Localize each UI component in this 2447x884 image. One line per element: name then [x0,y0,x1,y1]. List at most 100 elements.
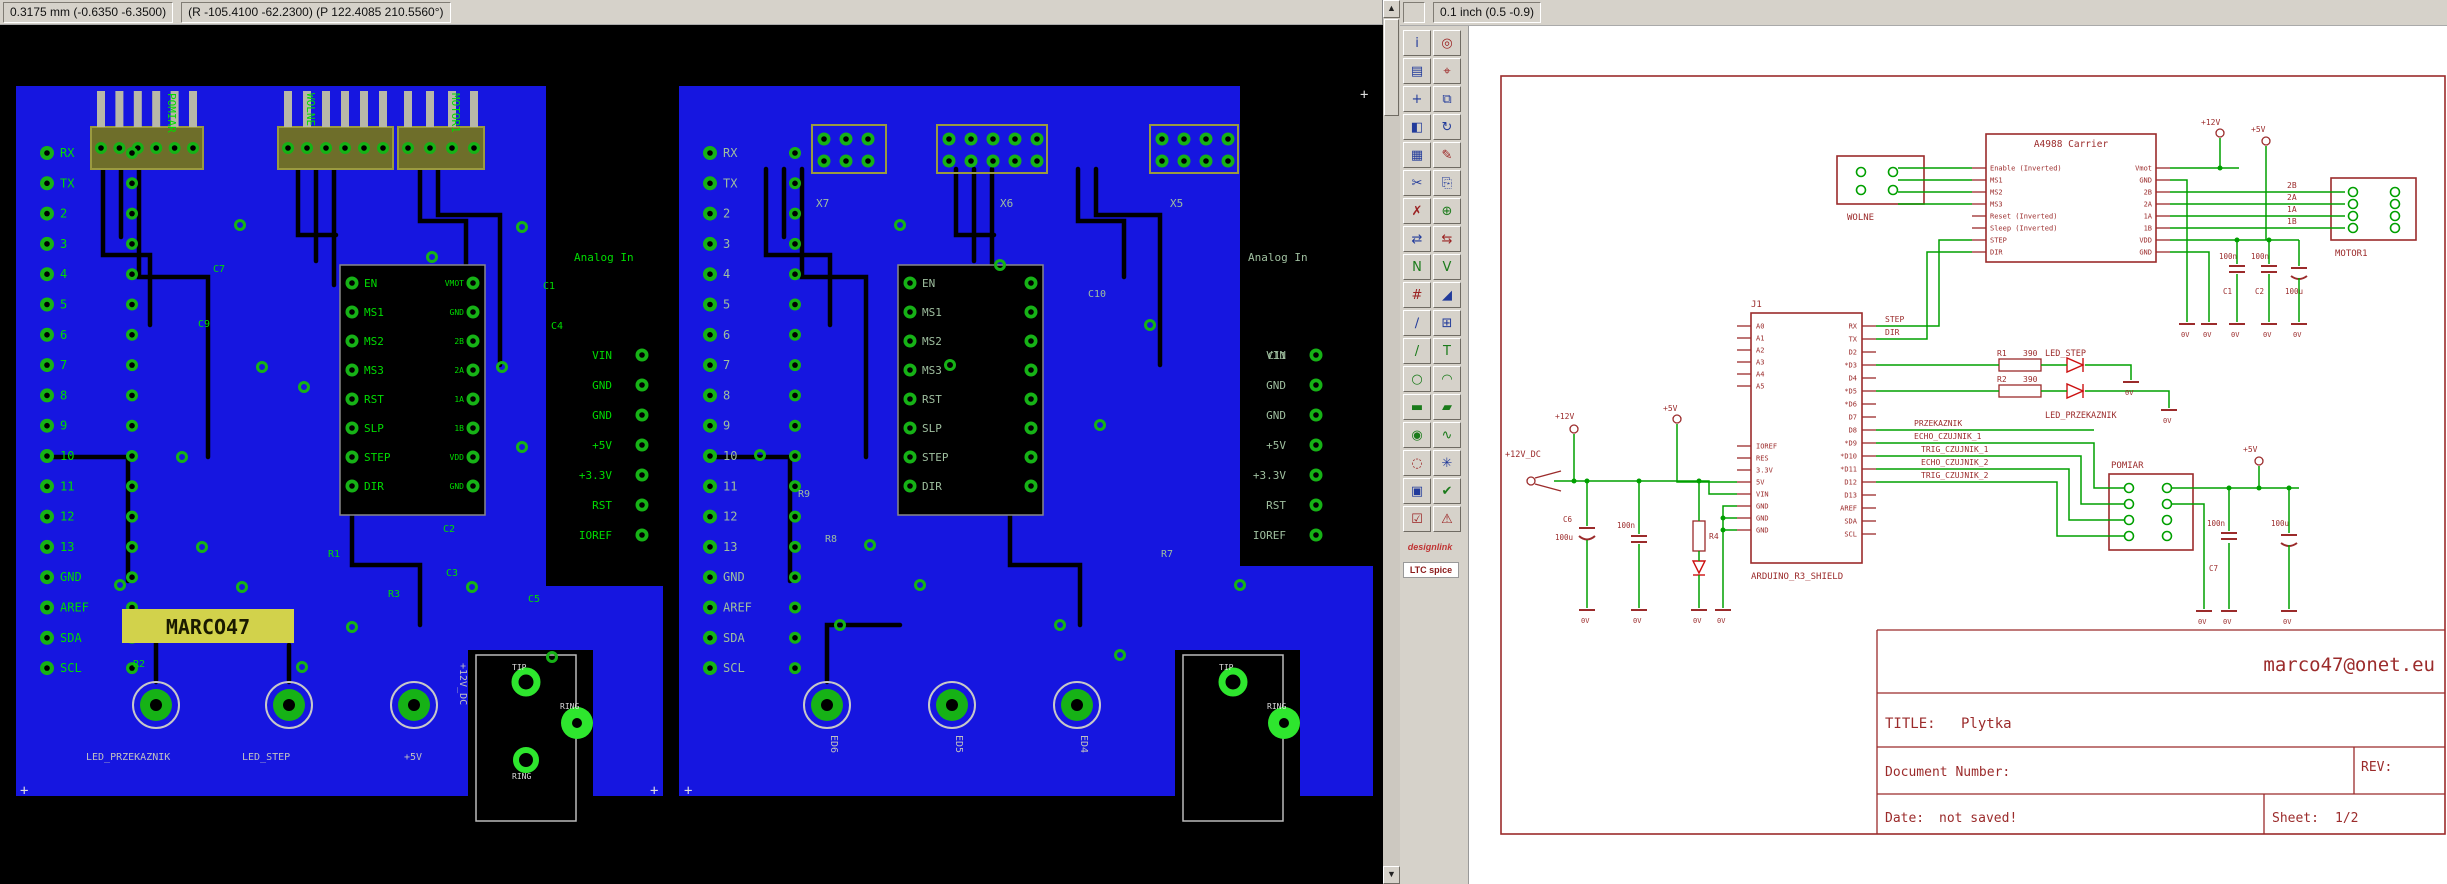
svg-text:12: 12 [723,510,737,524]
svg-text:AREF: AREF [723,601,752,615]
eagle-app: 0.3175 mm (-0.6350 -6.3500) (R -105.4100… [0,0,2447,884]
tool-rect-icon[interactable]: ▬ [1403,394,1431,420]
tool-arc-icon[interactable]: ◠ [1433,366,1461,392]
svg-text:C5: C5 [528,594,540,605]
titleblock-email: marco47@onet.eu [2263,654,2435,676]
resistor-r2[interactable]: R2 390 [1997,375,2042,398]
board-vscrollbar[interactable]: ▲ ▼ [1382,0,1400,884]
svg-text:3: 3 [723,237,730,251]
shield-ref: J1 [1751,300,1762,310]
net-label-dir: DIR [1885,328,1900,337]
motor1-connector-symbol[interactable]: MOTOR1 2B 2A 1A 1B [2287,177,2417,259]
tool-wire-icon[interactable]: / [1403,338,1431,364]
net-label-led-przekaznik: LED_PRZEKAZNIK [2045,411,2118,421]
resistor-r1[interactable]: R1 390 [1997,349,2042,372]
svg-text:+5V: +5V [1266,439,1286,452]
svg-text:GND: GND [723,570,745,584]
svg-text:C4: C4 [551,321,563,332]
svg-text:7: 7 [723,358,730,372]
net-label-przekaznik: PRZEKAZNIK [1914,419,1962,428]
svg-text:+5V: +5V [404,752,422,763]
tool-delete-icon[interactable]: ✗ [1403,198,1431,224]
svg-text:C7: C7 [213,264,225,275]
tool-copy-icon[interactable]: ⧉ [1433,86,1461,112]
led-power-symbol[interactable] [1691,560,1707,576]
board-top-view[interactable]: POMIAR WOLNE MOTOR1 RX TX 2 3 4 5 6 7 8 9 10 11 12 13 GND… [16,86,663,825]
tool-text-icon[interactable]: T [1433,338,1461,364]
board-canvas[interactable]: POMIAR WOLNE MOTOR1 RX TX 2 3 4 5 6 7 8 9 10 11 12 13 GND… [0,25,1383,884]
svg-text:1B: 1B [454,424,464,433]
shield-name: ARDUINO_R3_SHIELD [1751,572,1843,582]
svg-text:*D11: *D11 [1840,466,1857,474]
tool-move-icon[interactable]: + [1403,86,1431,112]
tool-smash-icon[interactable]: # [1403,282,1431,308]
titleblock-title: Plytka [1961,716,2012,732]
tool-circle-icon[interactable]: ○ [1403,366,1431,392]
svg-text:2A: 2A [2144,201,2153,209]
tool-value-icon[interactable]: V [1433,254,1461,280]
wolne-connector-symbol[interactable]: WOLNE [1836,155,1925,223]
svg-text:0V: 0V [2231,331,2240,339]
svg-text:R8: R8 [825,534,837,545]
tool-mirror-icon[interactable]: ◧ [1403,114,1431,140]
ltc-spice-logo[interactable]: LTC spice [1403,562,1459,578]
scroll-track[interactable] [1383,117,1400,866]
tool-hole-icon[interactable]: ◌ [1403,450,1431,476]
svg-text:0V: 0V [1717,617,1726,625]
p5v-label-logic: +5V [1663,404,1678,413]
tool-replace-icon[interactable]: ⇆ [1433,226,1461,252]
svg-text:MS1: MS1 [364,306,384,319]
tool-signal-icon[interactable]: ∿ [1433,422,1461,448]
svg-text:D13: D13 [1844,492,1857,500]
tool-name-icon[interactable]: N [1403,254,1431,280]
tool-pinswap-icon[interactable]: ⇄ [1403,226,1431,252]
tool-invoke-icon[interactable]: ⊞ [1433,310,1461,336]
led-step-symbol[interactable] [2066,356,2085,374]
svg-text:STEP: STEP [1990,237,2007,245]
tool-polygon-icon[interactable]: ▰ [1433,394,1461,420]
svg-text:5: 5 [60,298,67,312]
tool-errors-icon[interactable]: ⚠ [1433,506,1461,532]
svg-text:0V: 0V [1581,617,1590,625]
tool-display-icon[interactable]: ▤ [1403,58,1431,84]
tool-change-icon[interactable]: ✎ [1433,142,1461,168]
tool-paste-icon[interactable]: ⎘ [1433,170,1461,196]
svg-text:0V: 0V [2283,618,2292,626]
tool-show-icon[interactable]: ◎ [1433,30,1461,56]
tool-split-icon[interactable]: ∕ [1403,310,1431,336]
svg-text:5V: 5V [1756,479,1765,487]
board-bottom-view[interactable]: X7 X6 X5 RX TX 2 3 4 5 6 7 8 9 10 11 12 13 GND AREF SDA SCL E… [679,86,1373,825]
tool-info-icon[interactable]: i [1403,30,1431,56]
tool-erc-icon[interactable]: ✔ [1433,478,1461,504]
tool-mark-icon[interactable]: ⌖ [1433,58,1461,84]
tool-auto-icon[interactable]: ▣ [1403,478,1431,504]
scroll-up-button[interactable]: ▲ [1383,0,1400,18]
tool-cut-icon[interactable]: ✂ [1403,170,1431,196]
tool-drc-icon[interactable]: ☑ [1403,506,1431,532]
tool-add-icon[interactable]: ⊕ [1433,198,1461,224]
svg-text:GND: GND [2139,177,2152,185]
svg-text:+3.3V: +3.3V [1253,469,1286,482]
tool-ratsnest-icon[interactable]: ✳ [1433,450,1461,476]
resistor-r4[interactable]: R4 [1692,520,1719,552]
tool-miter-icon[interactable]: ◢ [1433,282,1461,308]
svg-text:A5: A5 [1756,383,1764,391]
r1-value: 390 [2023,349,2038,358]
scroll-down-button[interactable]: ▼ [1383,866,1400,884]
tool-rotate-icon[interactable]: ↻ [1433,114,1461,140]
tool-group-icon[interactable]: ▦ [1403,142,1431,168]
svg-text:EN: EN [922,277,935,290]
designlink-logo[interactable]: designlink [1403,542,1457,552]
tool-via-icon[interactable]: ◉ [1403,422,1431,448]
led-przekaznik-symbol[interactable] [2066,382,2085,400]
schematic-svg[interactable]: marco47@onet.eu TITLE: Plytka Document N… [1469,26,2447,884]
board-svg[interactable]: POMIAR WOLNE MOTOR1 RX TX 2 3 4 5 6 7 8 9 10 11 12 13 GND… [0,25,1383,884]
svg-text:VIN: VIN [592,349,612,362]
a4988-carrier-symbol[interactable]: A4988 Carrier [1985,133,2157,263]
svg-text:LED_STEP: LED_STEP [242,752,290,763]
scroll-thumb[interactable] [1384,19,1399,116]
schematic-editor-window: 0.1 inch (0.5 -0.9) i ◎ ▤ ⌖ + ⧉ ◧ ↻ ▦ ✎ ✂ ⎘ ✗ ⊕ ⇄ ⇆ N V # ◢… [1400,0,2447,884]
svg-text:RES: RES [1756,455,1769,463]
pomiar-label: POMIAR [2111,461,2144,471]
schematic-canvas[interactable]: marco47@onet.eu TITLE: Plytka Document N… [1469,26,2447,884]
